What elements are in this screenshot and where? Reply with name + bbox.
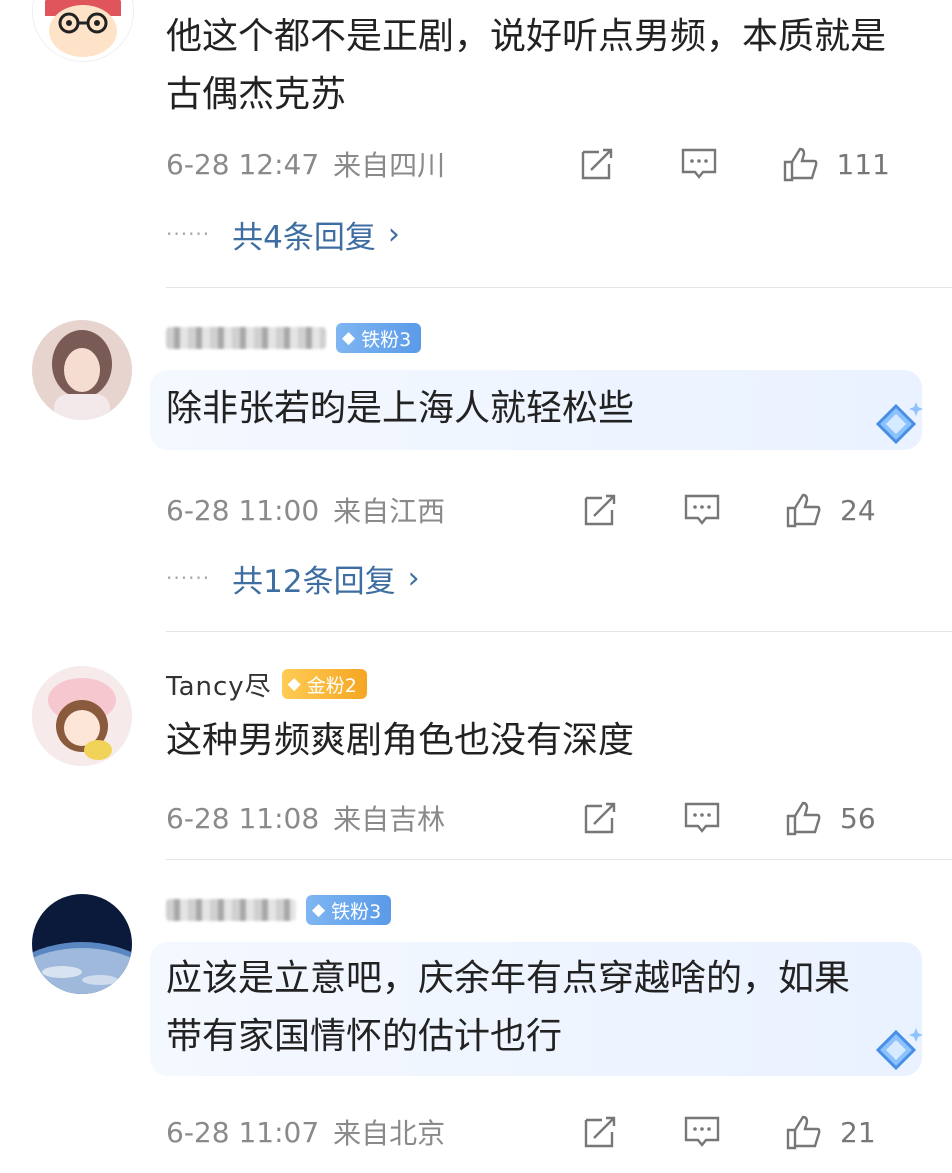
thumbs-up-icon	[783, 147, 817, 182]
share-button[interactable]	[580, 1112, 620, 1152]
user-name-row: ◆ 铁粉3	[166, 892, 392, 928]
chevron-right-icon: ›	[387, 216, 400, 252]
avatar-photo-icon	[32, 320, 132, 420]
like-button[interactable]: 111	[781, 144, 890, 184]
thumbs-up-icon	[786, 801, 821, 836]
comment-meta: 6-28 11:07 来自北京 21	[166, 1110, 922, 1154]
avatar-anime-girl-icon	[32, 666, 132, 766]
comment-actions: 111	[577, 142, 890, 186]
blurred-username[interactable]	[166, 899, 296, 921]
comment-icon	[684, 494, 720, 525]
replies-label: 共12条回复	[232, 563, 396, 600]
share-button[interactable]	[580, 490, 620, 530]
comment-actions: 56	[580, 796, 890, 840]
like-count: 24	[840, 493, 876, 527]
like-button[interactable]: 24	[784, 490, 890, 530]
avatar[interactable]	[32, 0, 134, 62]
avatar[interactable]	[32, 666, 132, 766]
reply-button[interactable]	[679, 144, 719, 184]
like-count: 21	[840, 1115, 876, 1149]
user-name-row: ◆ 铁粉3	[166, 320, 422, 356]
comment-time: 6-28 12:47	[166, 147, 320, 181]
comment-location: 来自北京	[333, 1117, 446, 1150]
dots-icon: ······	[166, 566, 211, 590]
thumbs-up-icon	[786, 493, 821, 528]
share-icon	[584, 802, 616, 834]
reply-button[interactable]	[682, 490, 722, 530]
view-replies-link[interactable]: ······ 共4条回复 ›	[166, 212, 400, 256]
comment-time: 6-28 11:08	[166, 801, 320, 835]
share-button[interactable]	[577, 144, 617, 184]
avatar-cartoon-face-icon	[33, 0, 133, 61]
avatar-earth-icon	[32, 894, 132, 994]
like-button[interactable]: 21	[784, 1112, 890, 1152]
comment-location: 来自四川	[333, 149, 446, 182]
comment-meta: 6-28 11:00 来自江西 24	[166, 488, 922, 532]
reply-button[interactable]	[682, 1112, 722, 1152]
comment-text: 除非张若昀是上海人就轻松些	[166, 388, 635, 429]
username[interactable]: Tancy尽	[166, 666, 272, 703]
comment-meta: 6-28 11:08 来自吉林 56	[166, 796, 922, 840]
comment-3: Tancy尽 ◆ 金粉2 这种男频爽剧角色也没有深度 6-28 11:08 来自…	[0, 632, 952, 860]
comment-4: ◆ 铁粉3 应该是立意吧，庆余年有点穿越啥的，如果带有家国情怀的估计也行 6-2…	[0, 860, 952, 1173]
user-name-row: Tancy尽 ◆ 金粉2	[166, 666, 367, 702]
share-button[interactable]	[580, 798, 620, 838]
comment-location: 来自吉林	[333, 803, 446, 836]
comment-1: 他这个都不是正剧，说好听点男频，本质就是古偶杰克苏 6-28 12:47 来自四…	[0, 0, 952, 288]
fan-level-badge[interactable]: ◆ 金粉2	[281, 669, 367, 699]
like-button[interactable]: 56	[784, 798, 890, 838]
comment-icon	[681, 148, 716, 179]
comment-icon	[684, 802, 720, 833]
comment-meta: 6-28 12:47 来自四川 111	[166, 142, 922, 186]
diamond-icon: ◆	[312, 900, 326, 920]
diamond-icon: ◆	[287, 674, 301, 694]
comment-text: 他这个都不是正剧，说好听点男频，本质就是古偶杰克苏	[166, 16, 887, 115]
chevron-right-icon: ›	[407, 560, 420, 596]
avatar[interactable]	[32, 320, 132, 420]
comment-text: 应该是立意吧，庆余年有点穿越啥的，如果带有家国情怀的估计也行	[166, 958, 851, 1057]
comment-text: 这种男频爽剧角色也没有深度	[166, 720, 635, 761]
replies-label: 共4条回复	[232, 219, 376, 256]
comment-time: 6-28 11:07	[166, 1115, 320, 1149]
view-replies-link[interactable]: ······ 共12条回复 ›	[166, 556, 420, 600]
blurred-username[interactable]	[166, 327, 326, 349]
dots-icon: ······	[166, 222, 211, 246]
badge-label: 金粉2	[306, 674, 357, 697]
badge-label: 铁粉3	[331, 900, 382, 923]
comment-time: 6-28 11:00	[166, 493, 320, 527]
share-icon	[584, 1116, 616, 1148]
comment-actions: 24	[580, 488, 890, 532]
comment-2: ◆ 铁粉3 除非张若昀是上海人就轻松些 6-28 11:00 来自江西 24 ·…	[0, 288, 952, 632]
like-count: 56	[840, 801, 876, 835]
reply-button[interactable]	[682, 798, 722, 838]
comment-actions: 21	[580, 1110, 890, 1154]
diamond-icon: ◆	[342, 328, 356, 348]
comment-icon	[684, 1116, 720, 1147]
comment-location: 来自江西	[333, 495, 446, 528]
like-count: 111	[836, 147, 890, 181]
share-icon	[581, 148, 612, 180]
thumbs-up-icon	[786, 1115, 821, 1150]
fan-level-badge[interactable]: ◆ 铁粉3	[336, 323, 422, 353]
badge-label: 铁粉3	[361, 328, 412, 351]
fan-level-badge[interactable]: ◆ 铁粉3	[306, 895, 392, 925]
avatar[interactable]	[32, 894, 132, 994]
share-icon	[584, 494, 616, 526]
